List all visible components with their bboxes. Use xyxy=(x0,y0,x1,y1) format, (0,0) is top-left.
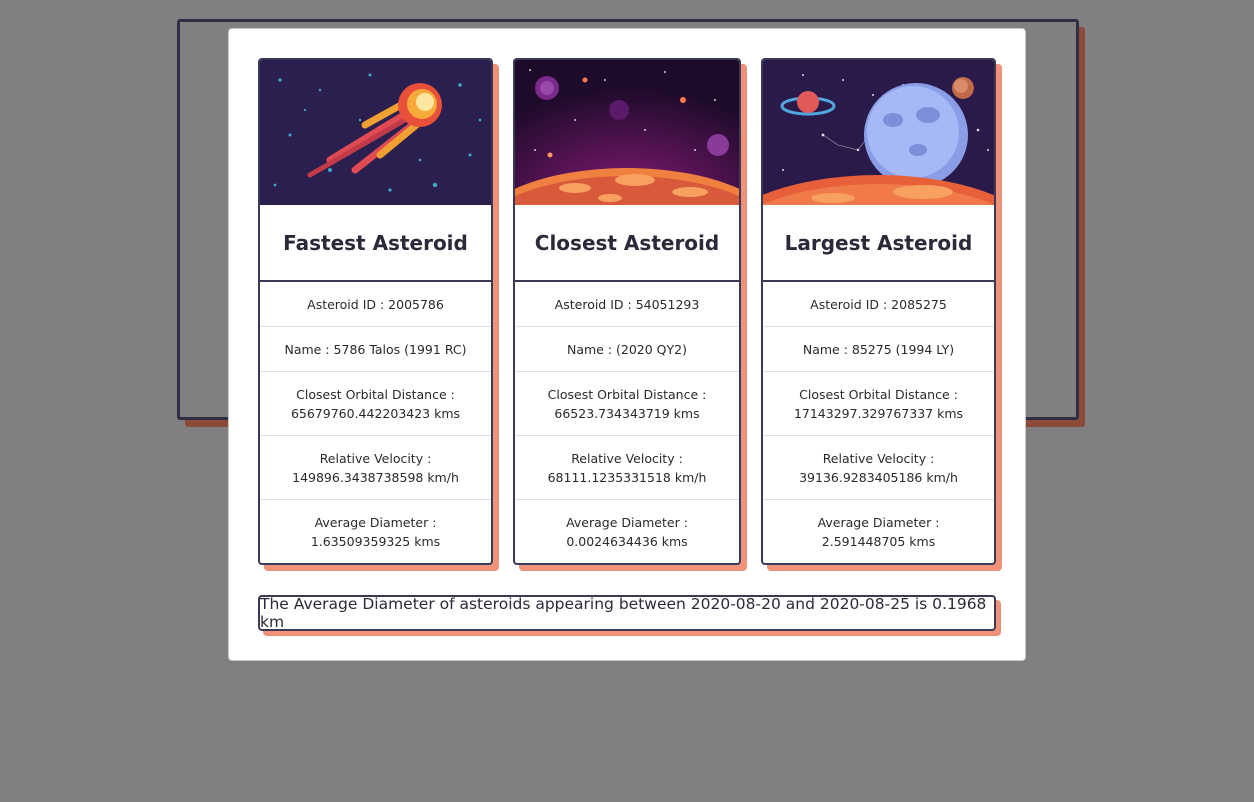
comet-illustration xyxy=(260,60,491,205)
summary-text: The Average Diameter of asteroids appear… xyxy=(258,595,996,631)
planet-surface-illustration xyxy=(515,60,739,205)
average-diameter-row: Average Diameter : 0.0024634436 kms xyxy=(566,514,688,549)
card-fastest-asteroid: Fastest Asteroid Asteroid ID : 2005786 N… xyxy=(258,58,499,571)
asteroid-name-row: Name : 5786 Talos (1991 RC) xyxy=(260,327,491,372)
asteroid-name-row: Name : 85275 (1994 LY) xyxy=(763,327,994,372)
card-largest-asteroid: Largest Asteroid Asteroid ID : 2085275 N… xyxy=(761,58,1002,571)
relative-velocity-row: Relative Velocity : 68111.1235331518 km/… xyxy=(515,436,739,500)
asteroid-name-row: Name : (2020 QY2) xyxy=(515,327,739,372)
large-planet-illustration xyxy=(763,60,994,205)
average-diameter-row: Average Diameter : 2.591448705 kms xyxy=(817,514,940,549)
asteroid-id-row: Asteroid ID : 54051293 xyxy=(515,282,739,327)
orbital-distance-row: Closest Orbital Distance : 66523.7343437… xyxy=(515,372,739,436)
card-title: Fastest Asteroid xyxy=(260,205,491,282)
orbital-distance-row: Closest Orbital Distance : 65679760.4422… xyxy=(260,372,491,436)
orbital-distance-row: Closest Orbital Distance : 17143297.3297… xyxy=(763,372,994,436)
asteroid-id-row: Asteroid ID : 2085275 xyxy=(763,282,994,327)
relative-velocity-row: Relative Velocity : 39136.9283405186 km/… xyxy=(763,436,994,500)
asteroid-id-row: Asteroid ID : 2005786 xyxy=(260,282,491,327)
relative-velocity-row: Relative Velocity : 149896.3438738598 km… xyxy=(260,436,491,500)
average-diameter-row: Average Diameter : 1.63509359325 kms xyxy=(310,514,441,549)
card-title: Closest Asteroid xyxy=(515,205,739,282)
average-diameter-summary: The Average Diameter of asteroids appear… xyxy=(258,595,1001,636)
card-closest-asteroid: Closest Asteroid Asteroid ID : 54051293 … xyxy=(513,58,747,571)
card-title: Largest Asteroid xyxy=(763,205,994,282)
